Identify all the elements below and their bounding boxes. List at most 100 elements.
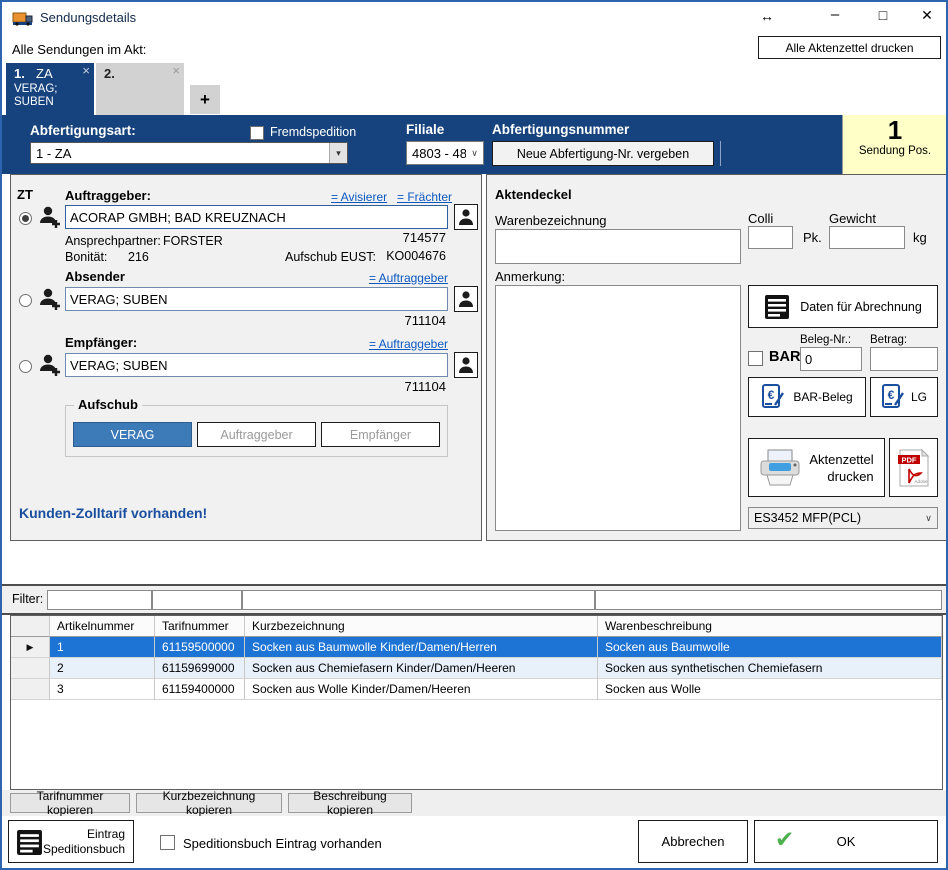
eintrag-speditionsbuch-button[interactable]: Eintrag Speditionsbuch bbox=[8, 820, 134, 863]
sendung-pos-counter: 1 Sendung Pos. bbox=[842, 115, 947, 174]
table-row[interactable]: 3 61159400000 Socken aus Wolle Kinder/Da… bbox=[11, 679, 942, 700]
add-tab-button[interactable]: + bbox=[190, 85, 220, 114]
copy-buttons-strip: Tarifnummer kopieren Kurzbezeichnung kop… bbox=[2, 790, 946, 816]
table-row[interactable]: ▶ 1 61159500000 Socken aus Baumwolle Kin… bbox=[11, 637, 942, 658]
daten-fuer-abrechnung-button[interactable]: Daten für Abrechnung bbox=[748, 285, 938, 328]
neue-abfertigungsnr-button[interactable]: Neue Abfertigung-Nr. vergeben bbox=[492, 141, 714, 166]
app-truck-icon bbox=[12, 9, 34, 27]
beleg-nr-input[interactable] bbox=[800, 347, 862, 371]
filter-input-kurzbezeichnung[interactable] bbox=[242, 590, 595, 610]
col-header-artikelnummer[interactable]: Artikelnummer bbox=[50, 616, 155, 637]
add-person-icon[interactable] bbox=[38, 204, 62, 230]
auftraggeber-radio[interactable] bbox=[19, 212, 32, 225]
pdf-button[interactable]: PDF Adobe bbox=[889, 438, 938, 497]
filiale-select[interactable]: 4803 - 480 ∨ bbox=[406, 141, 484, 165]
zt-label: ZT bbox=[17, 187, 33, 202]
svg-text:Adobe: Adobe bbox=[914, 479, 928, 484]
abfertigungsart-select[interactable]: 1 - ZA ▾ bbox=[30, 142, 348, 164]
fraechter-link[interactable]: = Frächter bbox=[397, 190, 452, 204]
fremdspedition-checkbox[interactable] bbox=[250, 126, 264, 140]
bar-beleg-button[interactable]: € BAR-Beleg bbox=[748, 377, 866, 417]
svg-text:€: € bbox=[768, 388, 775, 402]
aufschub-empfaenger-button[interactable]: Empfänger bbox=[321, 422, 440, 447]
tab-sendung-2[interactable]: 2. × bbox=[96, 63, 184, 115]
bar-checkbox[interactable] bbox=[748, 351, 763, 366]
resize-icon[interactable]: ↔ bbox=[754, 8, 780, 24]
absender-input[interactable] bbox=[65, 287, 448, 311]
auftraggeber-input[interactable] bbox=[65, 205, 448, 229]
beschreibung-kopieren-button[interactable]: Beschreibung kopieren bbox=[288, 793, 412, 813]
gewicht-label: Gewicht bbox=[829, 211, 876, 226]
parties-panel: ZT Auftraggeber: = Avisierer = Frächter … bbox=[10, 174, 482, 541]
printer-icon bbox=[759, 449, 801, 487]
speditionsbuch-checkbox[interactable] bbox=[160, 835, 175, 850]
absender-person-button[interactable] bbox=[454, 286, 478, 312]
tab-sendung-1[interactable]: 1. ZA × VERAG; SUBEN bbox=[6, 63, 94, 115]
list-icon bbox=[764, 294, 790, 320]
euro-receipt-icon: € bbox=[881, 383, 905, 411]
aktendeckel-title: Aktendeckel bbox=[495, 187, 572, 202]
filter-bar: Filter: bbox=[2, 584, 946, 615]
empfaenger-number: 711104 bbox=[341, 379, 446, 394]
kurzbezeichnung-kopieren-button[interactable]: Kurzbezeichnung kopieren bbox=[136, 793, 282, 813]
aktenzettel-drucken-button[interactable]: Aktenzettel drucken bbox=[748, 438, 885, 497]
aufschub-verag-button[interactable]: VERAG bbox=[73, 422, 192, 447]
tab-close-icon[interactable]: × bbox=[172, 63, 180, 78]
bonitaet-value: 216 bbox=[128, 250, 149, 264]
filter-label: Filter: bbox=[12, 592, 43, 606]
maximize-icon[interactable]: □ bbox=[870, 7, 896, 23]
tab-type: ZA bbox=[36, 66, 53, 81]
ansprechpartner-label: Ansprechpartner: bbox=[65, 234, 161, 248]
table-row[interactable]: 2 61159699000 Socken aus Chemiefasern Ki… bbox=[11, 658, 942, 679]
row-selector-header bbox=[11, 616, 50, 637]
tarifnummer-kopieren-button[interactable]: Tarifnummer kopieren bbox=[10, 793, 130, 813]
abbrechen-button[interactable]: Abbrechen bbox=[638, 820, 748, 863]
beleg-nr-label: Beleg-Nr.: bbox=[800, 334, 851, 346]
zolltarif-note: Kunden-Zolltarif vorhanden! bbox=[19, 505, 207, 521]
absender-wie-auftraggeber-link[interactable]: = Auftraggeber bbox=[348, 271, 448, 285]
col-header-kurzbezeichnung[interactable]: Kurzbezeichnung bbox=[245, 616, 598, 637]
empfaenger-radio[interactable] bbox=[19, 360, 32, 373]
ok-button[interactable]: ✔ OK bbox=[754, 820, 938, 863]
aktendeckel-panel: Aktendeckel Warenbezeichnung Colli Pk. G… bbox=[486, 174, 948, 541]
ansprechpartner-value: FORSTER bbox=[163, 234, 223, 248]
positions-table: Artikelnummer Tarifnummer Kurzbezeichnun… bbox=[10, 615, 943, 790]
add-person-icon[interactable] bbox=[38, 286, 62, 312]
sendungen-im-akt-label: Alle Sendungen im Akt: bbox=[12, 42, 146, 57]
absender-radio[interactable] bbox=[19, 294, 32, 307]
add-person-icon[interactable] bbox=[38, 352, 62, 378]
filter-input-artikelnummer[interactable] bbox=[47, 590, 152, 610]
abfertigungsart-label: Abfertigungsart: bbox=[30, 123, 136, 138]
colli-input[interactable] bbox=[748, 226, 793, 249]
close-icon[interactable]: ✕ bbox=[914, 7, 940, 24]
minimize-icon[interactable]: – bbox=[822, 6, 848, 23]
aufschub-auftraggeber-button[interactable]: Auftraggeber bbox=[197, 422, 316, 447]
aufschub-eust-value: KO004676 bbox=[341, 249, 446, 263]
warenbezeichnung-textarea[interactable] bbox=[495, 229, 741, 264]
abfertigungsnummer-label: Abfertigungsnummer bbox=[492, 122, 629, 137]
auftraggeber-person-button[interactable] bbox=[454, 204, 478, 230]
lg-button[interactable]: € LG bbox=[870, 377, 938, 417]
empfaenger-input[interactable] bbox=[65, 353, 448, 377]
footer: Eintrag Speditionsbuch Speditionsbuch Ei… bbox=[2, 816, 946, 868]
list-icon bbox=[16, 829, 43, 856]
empfaenger-wie-auftraggeber-link[interactable]: = Auftraggeber bbox=[348, 337, 448, 351]
printer-select[interactable]: ES3452 MFP(PCL) ∨ bbox=[748, 507, 938, 529]
betrag-input[interactable] bbox=[870, 347, 938, 371]
check-icon: ✔ bbox=[775, 826, 794, 853]
tab-close-icon[interactable]: × bbox=[82, 63, 90, 78]
col-header-tarifnummer[interactable]: Tarifnummer bbox=[155, 616, 245, 637]
filter-input-tarifnummer[interactable] bbox=[152, 590, 242, 610]
divider bbox=[720, 141, 721, 166]
gewicht-input[interactable] bbox=[829, 226, 905, 249]
alle-aktenzettel-drucken-button[interactable]: Alle Aktenzettel drucken bbox=[758, 36, 941, 59]
colli-unit-label: Pk. bbox=[803, 230, 822, 245]
avisierer-link[interactable]: = Avisierer bbox=[331, 190, 387, 204]
anmerkung-textarea[interactable] bbox=[495, 285, 741, 531]
tab-customer: VERAG; SUBEN bbox=[14, 83, 57, 109]
empfaenger-person-button[interactable] bbox=[454, 352, 478, 378]
filter-input-warenbeschreibung[interactable] bbox=[595, 590, 942, 610]
col-header-warenbeschreibung[interactable]: Warenbeschreibung bbox=[598, 616, 942, 637]
bonitaet-label: Bonität: bbox=[65, 250, 107, 264]
chevron-down-icon: ∨ bbox=[920, 513, 937, 524]
